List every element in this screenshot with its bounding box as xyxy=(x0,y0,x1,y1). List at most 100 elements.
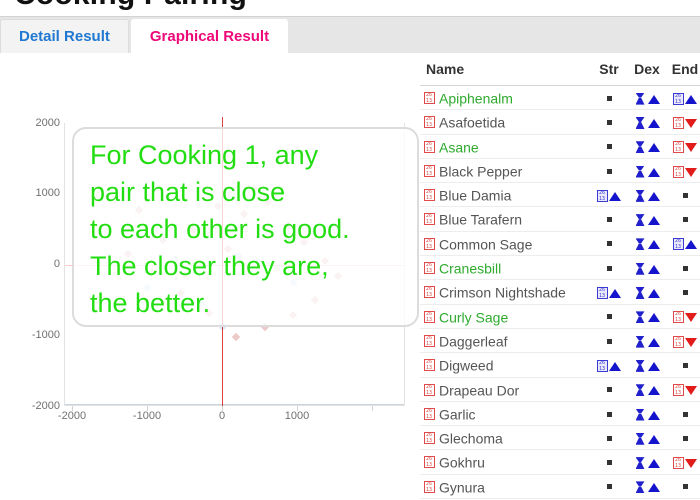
cell-name[interactable]: 26 13 Gynura xyxy=(420,474,590,500)
stat-up-arrow-icon xyxy=(609,191,621,201)
stat-up-arrow-icon xyxy=(647,94,660,104)
stat-neutral-icon xyxy=(606,217,612,223)
cell-str xyxy=(590,85,628,111)
cell-str: 26 13 xyxy=(590,352,628,378)
column-header-name[interactable]: Name xyxy=(420,55,590,86)
tab-graphical-result[interactable]: Graphical Result xyxy=(130,19,289,53)
stat-neutral-icon xyxy=(682,265,688,271)
cell-str xyxy=(590,231,628,257)
dex-glyph-icon xyxy=(635,214,646,226)
cell-str xyxy=(590,474,628,500)
table-row[interactable]: 26 13 Black Pepper 26 13 xyxy=(420,158,700,184)
column-header-str[interactable]: Str xyxy=(590,55,628,86)
table-row[interactable]: 26 13 Apiphenalm 26 13 xyxy=(420,85,700,111)
table-row[interactable]: 26 13 Digweed 26 13 xyxy=(420,352,700,378)
stat-neutral-icon xyxy=(606,265,612,271)
stat-down-arrow-icon xyxy=(685,143,697,153)
dex-glyph-icon xyxy=(635,360,646,372)
cell-str xyxy=(590,449,628,475)
rank-number-icon: 26 13 xyxy=(424,310,435,323)
cell-name[interactable]: 26 13 Blue Tarafern xyxy=(420,206,590,232)
table-row[interactable]: 26 13 Gokhru 26 13 xyxy=(420,449,700,475)
rank-number-icon: 26 13 xyxy=(424,140,435,153)
table-row[interactable]: 26 13 Blue Damia 26 13 xyxy=(420,182,700,208)
table-row[interactable]: 26 13 Blue Tarafern xyxy=(420,206,700,232)
table-row[interactable]: 26 13 Daggerleaf 26 13 xyxy=(420,328,700,354)
cell-end xyxy=(666,474,700,500)
tab-detail-result[interactable]: Detail Result xyxy=(0,19,129,53)
column-header-end[interactable]: End xyxy=(666,55,700,86)
rank-number-icon: 26 13 xyxy=(673,335,684,348)
dex-glyph-icon xyxy=(635,238,646,250)
cell-name[interactable]: 26 13 Apiphenalm xyxy=(420,85,590,111)
cell-name[interactable]: 26 13 Cranesbill xyxy=(420,255,590,281)
stat-up-arrow-icon xyxy=(647,240,660,250)
cell-name[interactable]: 26 13 Garlic xyxy=(420,401,590,427)
stat-up-arrow-icon xyxy=(647,337,660,347)
stat-up-arrow-icon xyxy=(647,167,660,177)
cell-end xyxy=(666,279,700,305)
x-tick--1000: -1000 xyxy=(132,410,162,422)
tab-list: Detail Result Graphical Result xyxy=(0,19,289,53)
cell-name[interactable]: 26 13 Crimson Nightshade xyxy=(420,279,590,305)
row-name-label: Asafoetida xyxy=(439,114,506,131)
table-row[interactable]: 26 13 Gynura xyxy=(420,474,700,500)
row-name-label: Curly Sage xyxy=(439,308,509,325)
page-title: Cooking Pairing xyxy=(14,0,247,12)
row-name-label: Asane xyxy=(439,138,479,155)
row-name-label: Crimson Nightshade xyxy=(439,284,566,301)
cell-name[interactable]: 26 13 Daggerleaf xyxy=(420,328,590,354)
rank-number-icon: 26 13 xyxy=(597,287,608,300)
stat-up-arrow-icon xyxy=(647,434,660,444)
stat-neutral-icon xyxy=(682,217,688,223)
table-row[interactable]: 26 13 Glechoma xyxy=(420,425,700,451)
cell-str xyxy=(590,109,628,135)
dex-glyph-icon xyxy=(635,457,646,469)
cell-name[interactable]: 26 13 Curly Sage xyxy=(420,304,590,329)
cell-name[interactable]: 26 13 Digweed xyxy=(420,352,590,378)
annotation-line-5: the better. xyxy=(90,288,211,318)
table-row[interactable]: 26 13 Crimson Nightshade 26 13 xyxy=(420,279,700,305)
column-header-dex[interactable]: Dex xyxy=(628,55,666,86)
row-name-label: Cranesbill xyxy=(439,260,502,277)
table-row[interactable]: 26 13 Drapeau Dor 26 13 xyxy=(420,377,700,402)
rank-number-icon: 26 13 xyxy=(673,141,684,154)
stat-up-arrow-icon xyxy=(647,289,660,299)
table-row[interactable]: 26 13 Cranesbill xyxy=(420,255,700,281)
chart-panel: 2000 1000 0 -1000 -2000 -2000 -1000 0 10… xyxy=(0,55,420,500)
cell-dex xyxy=(628,85,666,111)
dex-glyph-icon xyxy=(635,481,646,493)
stat-up-arrow-icon xyxy=(647,386,660,396)
table-row[interactable]: 26 13 Asafoetida 26 13 xyxy=(420,109,700,135)
table-row[interactable]: 26 13 Asane 26 13 xyxy=(420,134,700,159)
cell-str xyxy=(590,134,628,159)
cell-name[interactable]: 26 13 Blue Damia xyxy=(420,182,590,208)
cell-name[interactable]: 26 13 Common Sage xyxy=(420,231,590,257)
stat-neutral-icon xyxy=(606,95,612,101)
stat-neutral-icon xyxy=(682,192,688,198)
stat-neutral-icon xyxy=(682,484,688,490)
cell-name[interactable]: 26 13 Asafoetida xyxy=(420,109,590,135)
cell-name[interactable]: 26 13 Gokhru xyxy=(420,449,590,475)
cell-name[interactable]: 26 13 Glechoma xyxy=(420,425,590,451)
stat-up-arrow-icon xyxy=(647,361,660,371)
rank-number-icon: 26 13 xyxy=(424,407,435,420)
table-row[interactable]: 26 13 Garlic xyxy=(420,401,700,427)
cell-str xyxy=(590,158,628,184)
cell-str xyxy=(590,425,628,451)
cell-name[interactable]: 26 13 Asane xyxy=(420,134,590,159)
row-name-label: Daggerleaf xyxy=(439,333,508,350)
results-table-body: 26 13 Apiphenalm 26 13 26 13 Asafoetida 26 13 26 13… xyxy=(420,85,700,500)
table-row[interactable]: 26 13 Common Sage 26 13 xyxy=(420,231,700,257)
dex-glyph-icon xyxy=(635,409,646,421)
cell-name[interactable]: 26 13 Drapeau Dor xyxy=(420,377,590,402)
stat-up-arrow-icon xyxy=(647,216,660,226)
cell-name[interactable]: 26 13 Black Pepper xyxy=(420,158,590,184)
cell-dex xyxy=(628,304,666,329)
cell-dex xyxy=(628,401,666,427)
cell-end: 26 13 xyxy=(666,328,700,354)
table-row[interactable]: 26 13 Curly Sage 26 13 xyxy=(420,304,700,329)
cell-end xyxy=(666,206,700,232)
x-tick-1000: 1000 xyxy=(284,410,310,422)
cell-dex xyxy=(628,134,666,159)
